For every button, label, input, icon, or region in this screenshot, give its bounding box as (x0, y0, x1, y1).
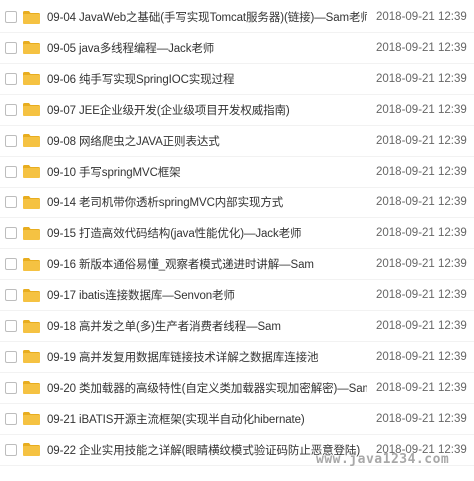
folder-icon (23, 195, 40, 209)
file-name[interactable]: 09-21 iBATIS开源主流框架(实现半自动化hibernate) (47, 411, 367, 427)
file-date: 2018-09-21 12:39 (376, 350, 467, 363)
row-checkbox[interactable] (5, 443, 17, 456)
file-date: 2018-09-21 12:39 (376, 11, 467, 23)
folder-icon (23, 288, 40, 302)
file-row[interactable]: 09-06 纯手写实现SpringIOC实现过程 2018-09-21 12:39 (0, 64, 474, 95)
file-row[interactable]: 09-04 JavaWeb之基础(手写实现Tomcat服务器)(链接)—Sam老… (0, 2, 474, 33)
folder-icon (23, 226, 40, 240)
row-checkbox[interactable] (5, 289, 17, 302)
file-row[interactable]: 09-05 java多线程编程—Jack老师 2018-09-21 12:39 (0, 33, 474, 64)
file-row[interactable]: 09-18 高并发之单(多)生产者消费者线程—Sam 2018-09-21 12:… (0, 311, 474, 342)
row-checkbox[interactable] (5, 41, 17, 54)
file-date: 2018-09-21 12:39 (376, 196, 467, 209)
row-checkbox[interactable] (5, 103, 17, 116)
row-checkbox[interactable] (5, 258, 17, 271)
file-row[interactable]: 09-10 手写springMVC框架 2018-09-21 12:39 (0, 157, 474, 188)
folder-icon (23, 319, 40, 333)
file-row[interactable]: 09-15 打造高效代码结构(java性能优化)—Jack老师 2018-09-2… (0, 218, 474, 250)
file-row[interactable]: 09-21 iBATIS开源主流框架(实现半自动化hibernate) 2018-… (0, 404, 474, 435)
row-checkbox[interactable] (5, 320, 17, 332)
file-name[interactable]: 09-17 ibatis连接数据库—Senvon老师 (47, 287, 367, 303)
folder-icon (23, 165, 40, 178)
file-date: 2018-09-21 12:39 (376, 227, 467, 240)
folder-icon (23, 350, 40, 364)
row-checkbox[interactable] (5, 350, 17, 363)
file-name[interactable]: 09-10 手写springMVC框架 (47, 164, 367, 180)
folder-icon (23, 72, 40, 86)
file-date: 2018-09-21 12:39 (376, 134, 467, 147)
folder-icon (23, 10, 40, 24)
file-name[interactable]: 09-20 类加载器的高级特性(自定义类加载器实现加密解密)—Sam (47, 380, 367, 396)
row-checkbox[interactable] (5, 165, 17, 178)
file-date: 2018-09-21 12:39 (376, 72, 467, 85)
file-date: 2018-09-21 12:39 (376, 165, 467, 178)
row-checkbox[interactable] (5, 11, 17, 23)
file-row[interactable]: 09-14 老司机带你透析springMVC内部实现方式 2018-09-21 1… (0, 187, 474, 219)
watermark-text: www.java1234.com (316, 452, 450, 467)
row-checkbox[interactable] (5, 381, 17, 394)
file-name[interactable]: 09-16 新版本通俗易懂_观察者模式递进时讲解—Sam (47, 256, 367, 272)
file-name[interactable]: 09-19 高并发复用数据库链接技术详解之数据库连接池 (47, 349, 367, 365)
folder-icon (23, 381, 40, 395)
file-row[interactable]: 09-20 类加载器的高级特性(自定义类加载器实现加密解密)—Sam 2018-0… (0, 373, 474, 404)
folder-icon (23, 443, 40, 457)
file-name[interactable]: 09-18 高并发之单(多)生产者消费者线程—Sam (47, 318, 367, 334)
folder-icon (23, 134, 40, 148)
folder-icon (23, 103, 40, 117)
file-name[interactable]: 09-05 java多线程编程—Jack老师 (47, 40, 367, 56)
file-date: 2018-09-21 12:39 (376, 412, 467, 425)
folder-icon (23, 41, 40, 55)
file-row[interactable]: 09-17 ibatis连接数据库—Senvon老师 2018-09-21 12:… (0, 280, 474, 312)
file-list: 09-04 JavaWeb之基础(手写实现Tomcat服务器)(链接)—Sam老… (0, 0, 474, 481)
file-date: 2018-09-21 12:39 (376, 381, 467, 394)
file-row[interactable]: 09-08 网络爬虫之JAVA正则表达式 2018-09-21 12:39 (0, 126, 474, 157)
file-name[interactable]: 09-15 打造高效代码结构(java性能优化)—Jack老师 (47, 225, 367, 241)
row-checkbox[interactable] (5, 134, 17, 147)
file-date: 2018-09-21 12:39 (376, 41, 467, 54)
file-name[interactable]: 09-06 纯手写实现SpringIOC实现过程 (47, 71, 367, 87)
file-row[interactable]: 09-07 JEE企业级开发(企业级项目开发权威指南) 2018-09-21 12… (0, 95, 474, 126)
row-checkbox[interactable] (5, 412, 17, 425)
row-checkbox[interactable] (5, 227, 17, 240)
folder-icon (23, 412, 40, 426)
file-date: 2018-09-21 12:39 (376, 289, 467, 302)
row-checkbox[interactable] (5, 196, 17, 209)
file-name[interactable]: 09-04 JavaWeb之基础(手写实现Tomcat服务器)(链接)—Sam老… (47, 9, 367, 25)
file-name[interactable]: 09-08 网络爬虫之JAVA正则表达式 (47, 133, 367, 149)
file-date: 2018-09-21 12:39 (376, 320, 467, 332)
file-date: 2018-09-21 12:39 (376, 103, 467, 116)
file-name[interactable]: 09-07 JEE企业级开发(企业级项目开发权威指南) (47, 102, 367, 118)
file-row[interactable]: 09-16 新版本通俗易懂_观察者模式递进时讲解—Sam 2018-09-21 1… (0, 249, 474, 281)
row-checkbox[interactable] (5, 72, 17, 85)
folder-icon (23, 257, 40, 271)
file-date: 2018-09-21 12:39 (376, 258, 467, 271)
file-name[interactable]: 09-14 老司机带你透析springMVC内部实现方式 (47, 194, 367, 210)
file-row[interactable]: 09-19 高并发复用数据库链接技术详解之数据库连接池 2018-09-21 12… (0, 342, 474, 373)
